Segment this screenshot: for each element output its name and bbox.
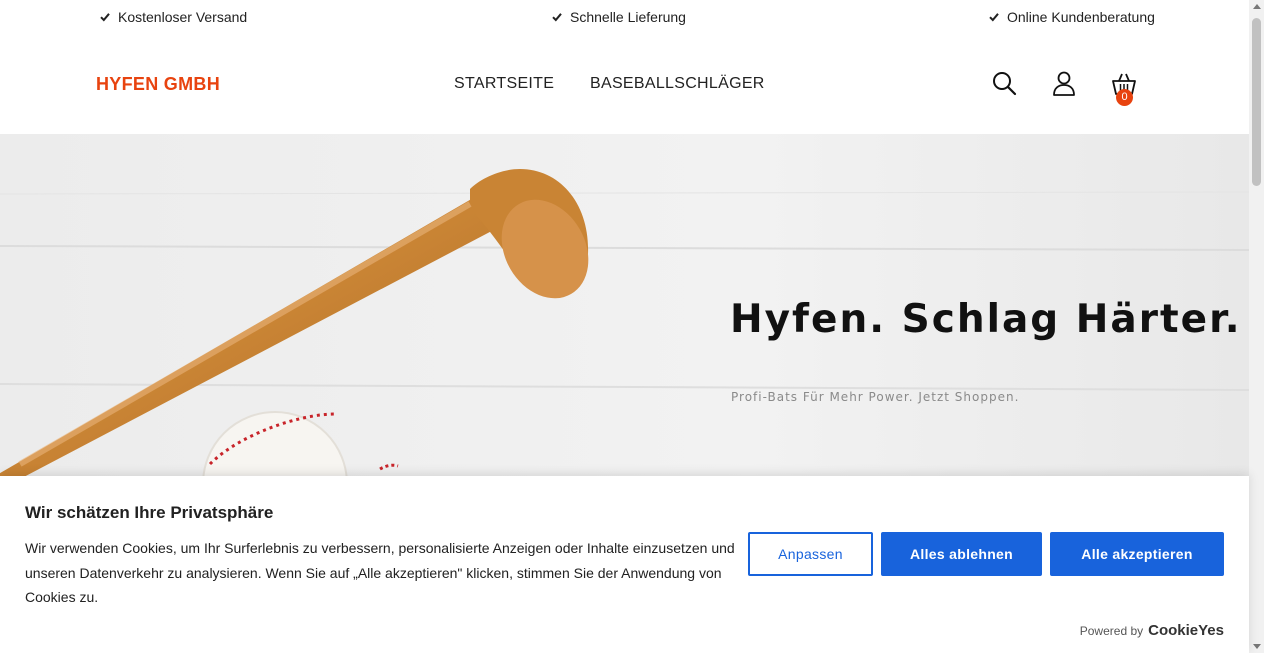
search-icon[interactable] [991, 70, 1017, 96]
hero-banner: Hyfen. Schlag Härter. Profi-Bats Für Meh… [0, 134, 1249, 479]
customize-button[interactable]: Anpassen [748, 532, 873, 576]
usp-item: Online Kundenberatung [989, 9, 1155, 25]
page-scrollbar[interactable] [1249, 0, 1264, 653]
scroll-up-arrow-icon[interactable] [1252, 4, 1261, 9]
site-logo[interactable]: HYFEN GMBH [96, 74, 220, 95]
powered-by-label: Powered by [1079, 623, 1144, 638]
powered-by: Powered by CookieYes [1080, 622, 1224, 639]
cart-count-badge: 0 [1116, 89, 1133, 106]
cookie-consent-banner: Wir schätzen Ihre Privatsphäre Wir verwe… [0, 476, 1249, 653]
hero-title: Hyfen. Schlag Härter. [730, 297, 1242, 342]
checkmark-icon [552, 13, 562, 22]
cookie-description: Wir verwenden Cookies, um Ihr Surferlebn… [25, 540, 735, 605]
usp-bar: Kostenloser Versand Schnelle Lieferung O… [0, 0, 1249, 34]
scroll-down-arrow-icon[interactable] [1252, 644, 1261, 649]
cookie-title: Wir schätzen Ihre Privatsphäre [25, 503, 274, 522]
hero-subtitle: Profi-Bats Für Mehr Power. Jetzt Shoppen… [731, 390, 1020, 404]
cookieyes-logo[interactable]: CookieYes [1148, 622, 1224, 639]
accept-all-button[interactable]: Alle akzeptieren [1050, 532, 1224, 576]
nav-item-startseite[interactable]: STARTSEITE [454, 75, 554, 93]
usp-label: Online Kundenberatung [1007, 9, 1155, 25]
nav-item-baseballschlaeger[interactable]: BASEBALLSCHLÄGER [590, 75, 765, 93]
checkmark-icon [100, 13, 110, 22]
usp-item: Kostenloser Versand [100, 9, 247, 25]
site-header: HYFEN GMBH STARTSEITE BASEBALLSCHLÄGER 0 [0, 34, 1249, 134]
reject-all-button[interactable]: Alles ablehnen [881, 532, 1042, 576]
usp-label: Schnelle Lieferung [570, 9, 686, 25]
user-icon[interactable] [1051, 70, 1077, 96]
checkmark-icon [989, 13, 999, 22]
usp-item: Schnelle Lieferung [552, 9, 686, 25]
scrollbar-thumb[interactable] [1252, 18, 1261, 186]
usp-label: Kostenloser Versand [118, 9, 248, 25]
